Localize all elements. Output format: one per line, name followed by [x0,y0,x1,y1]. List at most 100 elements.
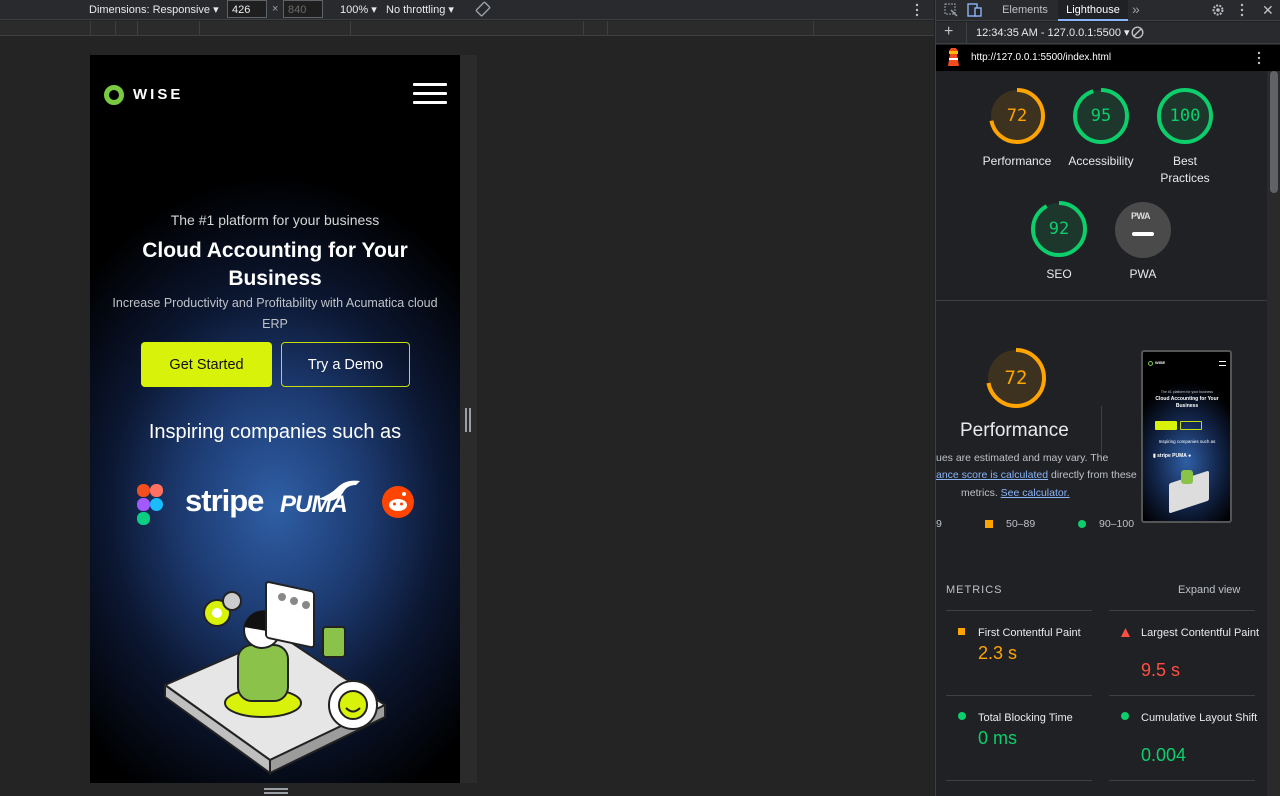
legend-good: 90–100 [1099,518,1135,530]
zoom-dropdown[interactable]: 100% ▾ [340,3,377,16]
height-input[interactable]: 840 [283,0,323,18]
settings-gear-icon[interactable] [1211,3,1225,17]
inspect-element-icon[interactable] [944,3,958,17]
report-selector[interactable]: 12:34:35 AM - 127.0.0.1:5500 ▾ [976,26,1130,39]
performance-label: Performance [982,154,1052,168]
expand-view-link[interactable]: Expand view [1178,584,1240,596]
thumb-headline: Cloud Accounting for Your Business [1155,396,1219,409]
best-practices-score: 100 [1169,106,1201,126]
customer-support-illustration [162,581,388,775]
seo-score: 92 [1048,219,1070,239]
metrics-heading: METRICS [946,584,1003,596]
companies-heading: Inspiring companies such as [148,421,402,443]
thumb-companies: Inspiring companies such as [1158,439,1216,444]
metric-tbt-title: Total Blocking Time [978,712,1073,724]
width-input[interactable]: 426 [227,0,267,18]
metric-cls: Cumulative Layout Shift 0.004 [1109,695,1257,779]
more-tabs-icon[interactable]: » [1132,1,1140,17]
best-practices-gauge[interactable]: 100 [1155,86,1215,146]
score-calculated-link[interactable]: ance score is calculated [936,469,1048,481]
panel-scrollbar[interactable] [1267,71,1280,796]
close-devtools-icon[interactable]: ✕ [1262,2,1274,19]
thumb-subtitle: The #1 platform for your business [1160,390,1214,394]
legend-poor: 9 [936,518,942,530]
reddit-logo-icon [382,486,414,518]
performance-detail-score: 72 [1004,367,1028,389]
metric-tbt: Total Blocking Time 0 ms [946,695,1092,779]
accessibility-label: Accessibility [1068,154,1134,168]
see-calculator-link[interactable]: See calculator. [1001,487,1070,499]
good-circle-icon [958,712,966,720]
report-url[interactable]: http://127.0.0.1:5500/index.html [971,52,1111,63]
performance-detail-gauge: 72 [984,346,1048,410]
try-demo-button[interactable]: Try a Demo [281,342,410,387]
media-query-ruler[interactable] [0,21,934,36]
hamburger-menu-icon[interactable] [413,83,447,105]
metric-lcp: Largest Contentful Paint 9.5 s [1109,610,1259,694]
devtools-menu-icon[interactable] [1239,3,1245,17]
metric-fcp-title: First Contentful Paint [978,627,1081,639]
zoom-label: 100% [340,4,369,16]
score-calc-line: ance score is calculated directly from t… [936,469,1137,481]
best-practices-label: Best Practices [1160,154,1210,185]
legend-average-icon [985,520,993,528]
mobile-page-preview: WISE The #1 platform for your business C… [90,55,460,783]
pwa-label: PWA [1129,267,1157,281]
get-started-button[interactable]: Get Started [141,342,272,387]
accessibility-gauge[interactable]: 95 [1071,86,1131,146]
dimensions-dropdown[interactable]: Dimensions: Responsive ▾ [89,3,219,16]
section-divider [936,300,1268,301]
lighthouse-toolbar: + 12:34:35 AM - 127.0.0.1:5500 ▾ [936,22,1280,44]
new-report-icon[interactable]: + [944,23,953,41]
rotate-icon[interactable] [475,1,491,17]
hero-headline: Cloud Accounting for Your Business [142,239,408,290]
tab-lighthouse[interactable]: Lighthouse [1058,0,1128,21]
metric-cls-title: Cumulative Layout Shift [1141,712,1258,724]
clear-reports-icon[interactable] [1131,26,1144,39]
poor-triangle-icon [1121,628,1130,637]
metric-lcp-title: Largest Contentful Paint [1141,627,1260,639]
final-screenshot-thumbnail[interactable]: WISE The #1 platform for your business C… [1141,350,1232,523]
estimate-note: ues are estimated and may vary. The [936,452,1109,464]
device-toolbar: Dimensions: Responsive ▾ 426 × 840 100% … [0,0,934,20]
metric-next-row [946,780,1092,796]
legend-good-icon [1078,520,1086,528]
lighthouse-logo-icon [948,48,959,66]
report-url-bar: http://127.0.0.1:5500/index.html [936,45,1280,71]
metric-cls-value: 0.004 [1141,745,1187,765]
pwa-badge-icon[interactable]: PWA [1115,202,1171,258]
metric-fcp-value: 2.3 s [978,643,1018,663]
performance-score: 72 [1006,106,1028,126]
report-menu-icon[interactable] [1256,51,1262,65]
times-sign: × [272,3,279,15]
scrollbar-thumb[interactable] [1270,71,1278,193]
devtools-tabbar: Elements Lighthouse » ✕ [936,0,1280,21]
dimensions-label: Dimensions: Responsive [89,4,211,16]
devtools-panel: Elements Lighthouse » ✕ + 12:34:35 AM - … [935,0,1280,796]
performance-detail-title: Performance [960,420,1069,441]
height-resize-handle[interactable] [264,788,288,794]
logo-text: WISE [133,86,184,103]
figma-logo-icon [137,484,163,525]
thumb-logo: WISE [1155,360,1166,365]
width-resize-handle[interactable] [465,408,471,432]
calculator-line: metrics. See calculator. [961,487,1070,499]
accessibility-score: 95 [1090,106,1112,126]
wise-logo-icon [104,85,124,105]
throttling-dropdown[interactable]: No throttling ▾ [386,3,454,16]
metric-tbt-value: 0 ms [978,728,1018,748]
score-calc-rest: directly from these [1048,469,1137,481]
hero-subtitle: The #1 platform for your business [170,212,380,228]
seo-label: SEO [1046,267,1072,281]
device-toolbar-icon[interactable] [967,3,983,17]
average-square-icon [958,628,965,635]
performance-gauge[interactable]: 72 [987,86,1047,146]
calculator-prefix: metrics. [961,487,1001,499]
good-circle-icon [1121,712,1129,720]
report-time: 12:34:35 AM - 127.0.0.1:5500 [976,27,1121,39]
seo-gauge[interactable]: 92 [1029,199,1089,259]
hero-description: Increase Productivity and Profitability … [112,296,438,331]
tab-elements[interactable]: Elements [996,0,1054,21]
device-viewport-area: Dimensions: Responsive ▾ 426 × 840 100% … [0,0,934,796]
more-options-icon[interactable] [914,3,920,17]
